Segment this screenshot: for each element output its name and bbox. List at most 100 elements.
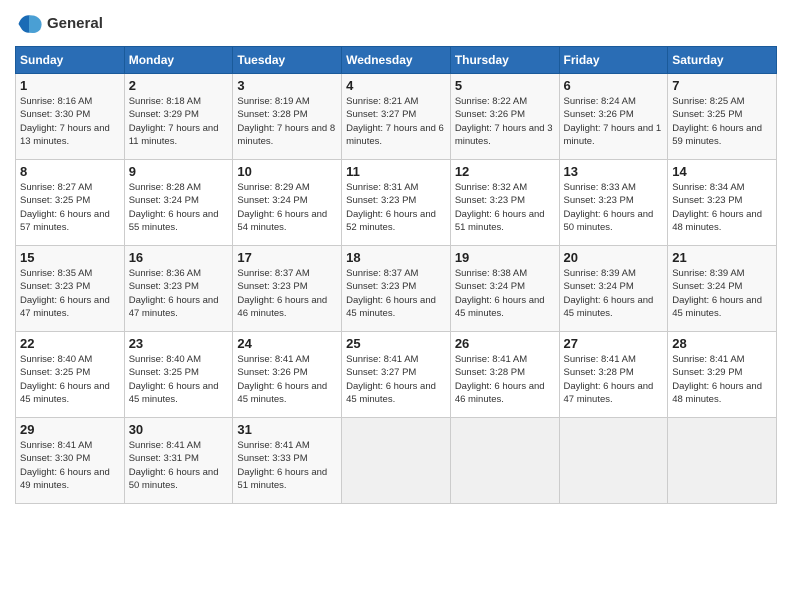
calendar-cell: 3 Sunrise: 8:19 AM Sunset: 3:28 PM Dayli… [233, 74, 342, 160]
day-detail: Sunrise: 8:27 AM Sunset: 3:25 PM Dayligh… [20, 181, 120, 234]
logo-icon [15, 10, 43, 38]
day-detail: Sunrise: 8:41 AM Sunset: 3:30 PM Dayligh… [20, 439, 120, 492]
calendar-week-row: 1 Sunrise: 8:16 AM Sunset: 3:30 PM Dayli… [16, 74, 777, 160]
day-number: 14 [672, 164, 772, 179]
calendar-cell: 2 Sunrise: 8:18 AM Sunset: 3:29 PM Dayli… [124, 74, 233, 160]
day-detail: Sunrise: 8:24 AM Sunset: 3:26 PM Dayligh… [564, 95, 664, 148]
day-number: 3 [237, 78, 337, 93]
calendar-header-row: SundayMondayTuesdayWednesdayThursdayFrid… [16, 47, 777, 74]
calendar-day-header: Monday [124, 47, 233, 74]
day-detail: Sunrise: 8:29 AM Sunset: 3:24 PM Dayligh… [237, 181, 337, 234]
calendar-cell: 14 Sunrise: 8:34 AM Sunset: 3:23 PM Dayl… [668, 160, 777, 246]
calendar-cell: 12 Sunrise: 8:32 AM Sunset: 3:23 PM Dayl… [450, 160, 559, 246]
calendar-cell: 23 Sunrise: 8:40 AM Sunset: 3:25 PM Dayl… [124, 332, 233, 418]
day-detail: Sunrise: 8:40 AM Sunset: 3:25 PM Dayligh… [20, 353, 120, 406]
day-detail: Sunrise: 8:21 AM Sunset: 3:27 PM Dayligh… [346, 95, 446, 148]
day-number: 23 [129, 336, 229, 351]
logo: General [15, 10, 103, 38]
day-number: 20 [564, 250, 664, 265]
calendar-day-header: Wednesday [342, 47, 451, 74]
day-detail: Sunrise: 8:35 AM Sunset: 3:23 PM Dayligh… [20, 267, 120, 320]
day-detail: Sunrise: 8:41 AM Sunset: 3:31 PM Dayligh… [129, 439, 229, 492]
day-number: 7 [672, 78, 772, 93]
day-detail: Sunrise: 8:41 AM Sunset: 3:27 PM Dayligh… [346, 353, 446, 406]
calendar-cell [559, 418, 668, 504]
calendar-cell: 29 Sunrise: 8:41 AM Sunset: 3:30 PM Dayl… [16, 418, 125, 504]
page: General SundayMondayTuesdayWednesdayThur… [0, 0, 792, 612]
day-number: 28 [672, 336, 772, 351]
calendar-cell: 19 Sunrise: 8:38 AM Sunset: 3:24 PM Dayl… [450, 246, 559, 332]
calendar-cell: 9 Sunrise: 8:28 AM Sunset: 3:24 PM Dayli… [124, 160, 233, 246]
calendar-cell: 31 Sunrise: 8:41 AM Sunset: 3:33 PM Dayl… [233, 418, 342, 504]
calendar-cell: 10 Sunrise: 8:29 AM Sunset: 3:24 PM Dayl… [233, 160, 342, 246]
day-detail: Sunrise: 8:41 AM Sunset: 3:33 PM Dayligh… [237, 439, 337, 492]
day-detail: Sunrise: 8:38 AM Sunset: 3:24 PM Dayligh… [455, 267, 555, 320]
day-detail: Sunrise: 8:22 AM Sunset: 3:26 PM Dayligh… [455, 95, 555, 148]
calendar-cell: 18 Sunrise: 8:37 AM Sunset: 3:23 PM Dayl… [342, 246, 451, 332]
calendar-week-row: 29 Sunrise: 8:41 AM Sunset: 3:30 PM Dayl… [16, 418, 777, 504]
day-number: 12 [455, 164, 555, 179]
calendar-cell: 24 Sunrise: 8:41 AM Sunset: 3:26 PM Dayl… [233, 332, 342, 418]
day-detail: Sunrise: 8:41 AM Sunset: 3:28 PM Dayligh… [564, 353, 664, 406]
calendar-cell: 13 Sunrise: 8:33 AM Sunset: 3:23 PM Dayl… [559, 160, 668, 246]
day-detail: Sunrise: 8:41 AM Sunset: 3:28 PM Dayligh… [455, 353, 555, 406]
day-detail: Sunrise: 8:25 AM Sunset: 3:25 PM Dayligh… [672, 95, 772, 148]
day-number: 6 [564, 78, 664, 93]
day-number: 16 [129, 250, 229, 265]
day-number: 31 [237, 422, 337, 437]
calendar-cell: 7 Sunrise: 8:25 AM Sunset: 3:25 PM Dayli… [668, 74, 777, 160]
calendar-table: SundayMondayTuesdayWednesdayThursdayFrid… [15, 46, 777, 504]
day-number: 8 [20, 164, 120, 179]
day-detail: Sunrise: 8:33 AM Sunset: 3:23 PM Dayligh… [564, 181, 664, 234]
logo-text: General [47, 15, 103, 33]
calendar-day-header: Tuesday [233, 47, 342, 74]
day-number: 13 [564, 164, 664, 179]
day-detail: Sunrise: 8:31 AM Sunset: 3:23 PM Dayligh… [346, 181, 446, 234]
calendar-cell: 15 Sunrise: 8:35 AM Sunset: 3:23 PM Dayl… [16, 246, 125, 332]
day-number: 27 [564, 336, 664, 351]
calendar-week-row: 15 Sunrise: 8:35 AM Sunset: 3:23 PM Dayl… [16, 246, 777, 332]
calendar-day-header: Thursday [450, 47, 559, 74]
day-number: 18 [346, 250, 446, 265]
day-detail: Sunrise: 8:37 AM Sunset: 3:23 PM Dayligh… [346, 267, 446, 320]
day-detail: Sunrise: 8:39 AM Sunset: 3:24 PM Dayligh… [672, 267, 772, 320]
calendar-cell: 11 Sunrise: 8:31 AM Sunset: 3:23 PM Dayl… [342, 160, 451, 246]
day-number: 30 [129, 422, 229, 437]
calendar-cell: 17 Sunrise: 8:37 AM Sunset: 3:23 PM Dayl… [233, 246, 342, 332]
calendar-week-row: 22 Sunrise: 8:40 AM Sunset: 3:25 PM Dayl… [16, 332, 777, 418]
calendar-cell: 25 Sunrise: 8:41 AM Sunset: 3:27 PM Dayl… [342, 332, 451, 418]
day-number: 17 [237, 250, 337, 265]
day-number: 11 [346, 164, 446, 179]
day-number: 2 [129, 78, 229, 93]
calendar-cell [450, 418, 559, 504]
day-number: 10 [237, 164, 337, 179]
day-number: 9 [129, 164, 229, 179]
day-detail: Sunrise: 8:41 AM Sunset: 3:26 PM Dayligh… [237, 353, 337, 406]
day-number: 24 [237, 336, 337, 351]
calendar-cell: 4 Sunrise: 8:21 AM Sunset: 3:27 PM Dayli… [342, 74, 451, 160]
calendar-cell: 27 Sunrise: 8:41 AM Sunset: 3:28 PM Dayl… [559, 332, 668, 418]
day-number: 1 [20, 78, 120, 93]
day-detail: Sunrise: 8:37 AM Sunset: 3:23 PM Dayligh… [237, 267, 337, 320]
day-detail: Sunrise: 8:40 AM Sunset: 3:25 PM Dayligh… [129, 353, 229, 406]
day-number: 4 [346, 78, 446, 93]
day-detail: Sunrise: 8:34 AM Sunset: 3:23 PM Dayligh… [672, 181, 772, 234]
calendar-cell [668, 418, 777, 504]
calendar-cell: 16 Sunrise: 8:36 AM Sunset: 3:23 PM Dayl… [124, 246, 233, 332]
day-detail: Sunrise: 8:28 AM Sunset: 3:24 PM Dayligh… [129, 181, 229, 234]
day-number: 15 [20, 250, 120, 265]
day-detail: Sunrise: 8:39 AM Sunset: 3:24 PM Dayligh… [564, 267, 664, 320]
day-detail: Sunrise: 8:32 AM Sunset: 3:23 PM Dayligh… [455, 181, 555, 234]
calendar-cell: 8 Sunrise: 8:27 AM Sunset: 3:25 PM Dayli… [16, 160, 125, 246]
calendar-cell: 28 Sunrise: 8:41 AM Sunset: 3:29 PM Dayl… [668, 332, 777, 418]
calendar-cell: 30 Sunrise: 8:41 AM Sunset: 3:31 PM Dayl… [124, 418, 233, 504]
calendar-cell: 26 Sunrise: 8:41 AM Sunset: 3:28 PM Dayl… [450, 332, 559, 418]
calendar-day-header: Saturday [668, 47, 777, 74]
header: General [15, 10, 777, 38]
day-number: 21 [672, 250, 772, 265]
calendar-cell: 1 Sunrise: 8:16 AM Sunset: 3:30 PM Dayli… [16, 74, 125, 160]
calendar-day-header: Friday [559, 47, 668, 74]
day-detail: Sunrise: 8:41 AM Sunset: 3:29 PM Dayligh… [672, 353, 772, 406]
day-detail: Sunrise: 8:16 AM Sunset: 3:30 PM Dayligh… [20, 95, 120, 148]
calendar-cell: 22 Sunrise: 8:40 AM Sunset: 3:25 PM Dayl… [16, 332, 125, 418]
